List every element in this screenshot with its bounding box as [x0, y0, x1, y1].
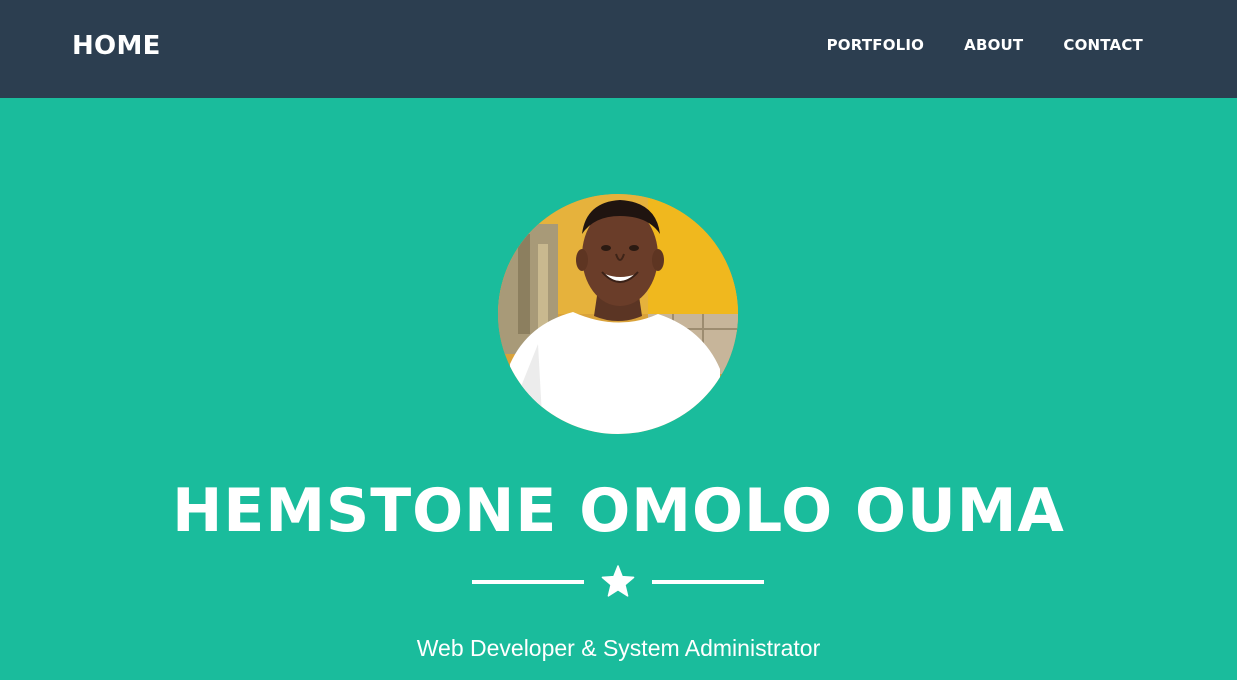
nav-links: PORTFOLIO ABOUT CONTACT	[827, 35, 1143, 55]
divider-line-left	[472, 580, 584, 584]
divider-line-right	[652, 580, 764, 584]
navbar: HOME PORTFOLIO ABOUT CONTACT	[0, 0, 1237, 98]
star-icon	[601, 565, 635, 597]
profile-photo	[498, 194, 738, 434]
star-divider	[472, 564, 764, 600]
brand-home-link[interactable]: HOME	[72, 30, 161, 62]
hero-section: HEMSTONE OMOLO OUMA Web Developer & Syst…	[0, 98, 1237, 680]
nav-link-contact[interactable]: CONTACT	[1063, 35, 1143, 55]
profile-avatar	[498, 194, 738, 434]
nav-link-portfolio[interactable]: PORTFOLIO	[827, 35, 925, 55]
hero-name: HEMSTONE OMOLO OUMA	[172, 476, 1065, 546]
nav-link-about[interactable]: ABOUT	[964, 35, 1023, 55]
hero-subtitle: Web Developer & System Administrator	[416, 635, 821, 661]
